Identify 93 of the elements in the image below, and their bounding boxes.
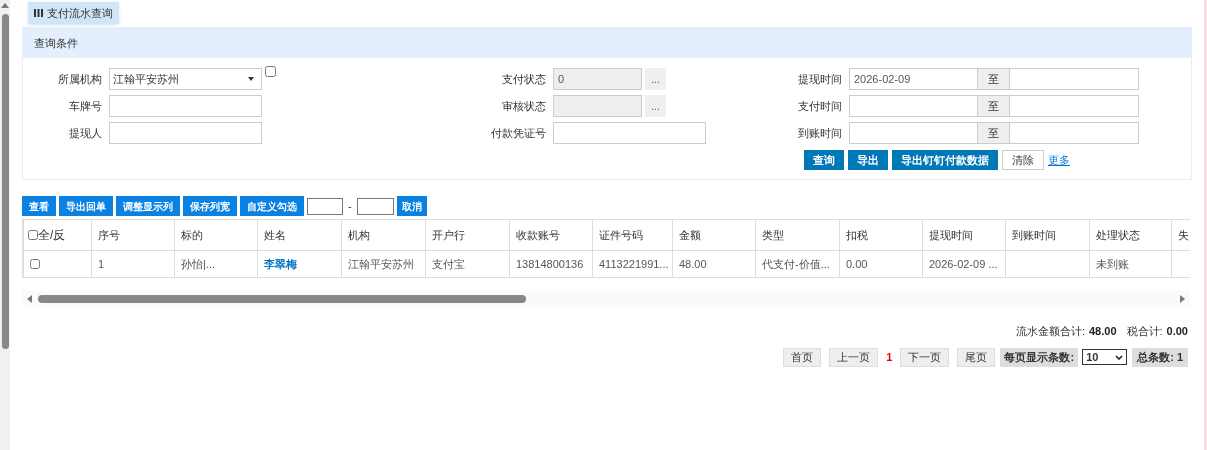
page-tab[interactable]: 支付流水查询 [28,2,119,24]
row-checkbox[interactable] [30,259,40,269]
toolbar-button[interactable]: 保存列宽 [183,196,237,216]
column-header: 处理状态 [1089,219,1172,251]
first-page-button[interactable]: 首页 [783,347,822,367]
range-separator: 至 [978,95,1009,117]
field-label: 车牌号 [68,98,103,114]
horizontal-scrollbar[interactable] [22,291,1190,307]
table-cell: 孙怡|... [181,257,216,270]
panel-title: 查询条件 [34,35,78,51]
input-field[interactable]: 0 [553,68,642,90]
cancel-button[interactable]: 取消 [396,196,427,216]
input-field[interactable] [553,122,706,144]
column-header: 开户行 [425,219,510,251]
page-size-select[interactable]: 10 [1082,349,1128,365]
checkbox[interactable] [265,66,276,77]
header-cell: 全/反 [23,219,92,251]
table-cell: 4113221991... [599,257,669,270]
input-field[interactable] [109,122,262,144]
action-button[interactable]: 导出 [848,150,888,170]
range-separator: 至 [978,122,1009,144]
range-end-field[interactable] [356,197,394,215]
last-page-button[interactable]: 尾页 [957,347,996,367]
table-cell: 2026-02-09 ... [929,257,998,270]
dropdown-caret-icon [248,77,254,81]
field-label: 审核状态 [501,98,547,114]
amount-total: 48.00 [1089,324,1117,339]
picker-button[interactable]: ... [645,68,666,90]
column-header: 类型 [755,219,840,251]
toolbar-button[interactable]: 调整显示列 [116,196,180,216]
scroll-right-icon [1180,295,1185,303]
page-size-label: 每页显示条数: [1000,347,1079,367]
field-label: 到账时间 [797,125,843,141]
toolbar-button[interactable]: 查看 [22,196,56,216]
range-separator: - [347,198,353,214]
input-field[interactable] [553,95,642,117]
table-cell: 48.00 [679,257,707,270]
column-header: 标的 [174,219,258,251]
table-cell: 江翰平安苏州 [348,257,414,270]
table-cell: 1 [98,257,105,270]
scroll-up-icon [1,3,9,8]
column-header: 到账时间 [1005,219,1090,251]
scrollbar-thumb[interactable] [1,14,9,349]
column-header: 扣税 [839,219,923,251]
column-header: 姓名 [257,219,342,251]
chevron-down-icon [1115,354,1124,360]
column-header: 金额 [672,219,756,251]
next-page-button[interactable]: 下一页 [900,347,950,367]
date-input-field[interactable] [849,122,978,144]
toolbar-button[interactable]: 自定义勾选 [240,196,304,216]
amount-total-label: 流水金额合计: [1015,324,1085,339]
table-cell: 代支付-价值... [762,257,830,270]
input-field[interactable] [109,95,262,117]
vertical-scrollbar[interactable] [0,0,10,450]
toolbar-button[interactable]: 导出回单 [59,196,113,216]
table-cell: 支付宝 [432,257,465,270]
range-separator: 至 [978,68,1009,90]
action-button[interactable]: 导出钉钉付款数据 [892,150,998,170]
tax-total: 0.00 [1166,324,1188,339]
column-header: 提现时间 [922,219,1006,251]
picker-button[interactable]: ... [645,95,666,117]
column-header: 证件号码 [592,219,673,251]
column-header: 序号 [91,219,175,251]
table-cell: 未到账 [1096,257,1129,270]
table-cell: 13814800136 [516,257,584,270]
date-input-field[interactable] [1009,95,1139,117]
organization-select[interactable]: 江翰平安苏州 [109,68,262,90]
field-label: 付款凭证号 [490,125,547,141]
date-input-field[interactable] [1009,122,1139,144]
name-link[interactable]: 李翠梅 [264,257,297,270]
field-label: 支付状态 [501,71,547,87]
total-count: 总条数: 1 [1132,347,1188,367]
previous-page-button[interactable]: 上一页 [829,347,879,367]
scrollbar-thumb[interactable] [38,295,526,303]
date-input-field[interactable] [849,95,978,117]
grid-icon [34,9,43,17]
range-start-field[interactable] [307,197,343,215]
field-label: 提现时间 [797,71,843,87]
select-all-checkbox[interactable] [28,230,38,240]
field-label: 提现人 [68,125,103,141]
action-button[interactable]: 查询 [804,150,844,170]
tax-total-label: 税合计: [1126,324,1163,339]
table-cell: 0.00 [846,257,868,270]
column-header: 收款账号 [509,219,593,251]
current-page: 1 [885,349,894,365]
scroll-left-icon [27,295,32,303]
date-input-field[interactable] [1009,68,1139,90]
field-label: 支付时间 [797,98,843,114]
clear-button[interactable]: 清除 [1002,150,1044,170]
column-header: 机构 [341,219,426,251]
more-link[interactable]: 更多 [1048,151,1070,169]
date-input-field[interactable]: 2026-02-09 [849,68,978,90]
field-label: 所属机构 [57,71,103,87]
